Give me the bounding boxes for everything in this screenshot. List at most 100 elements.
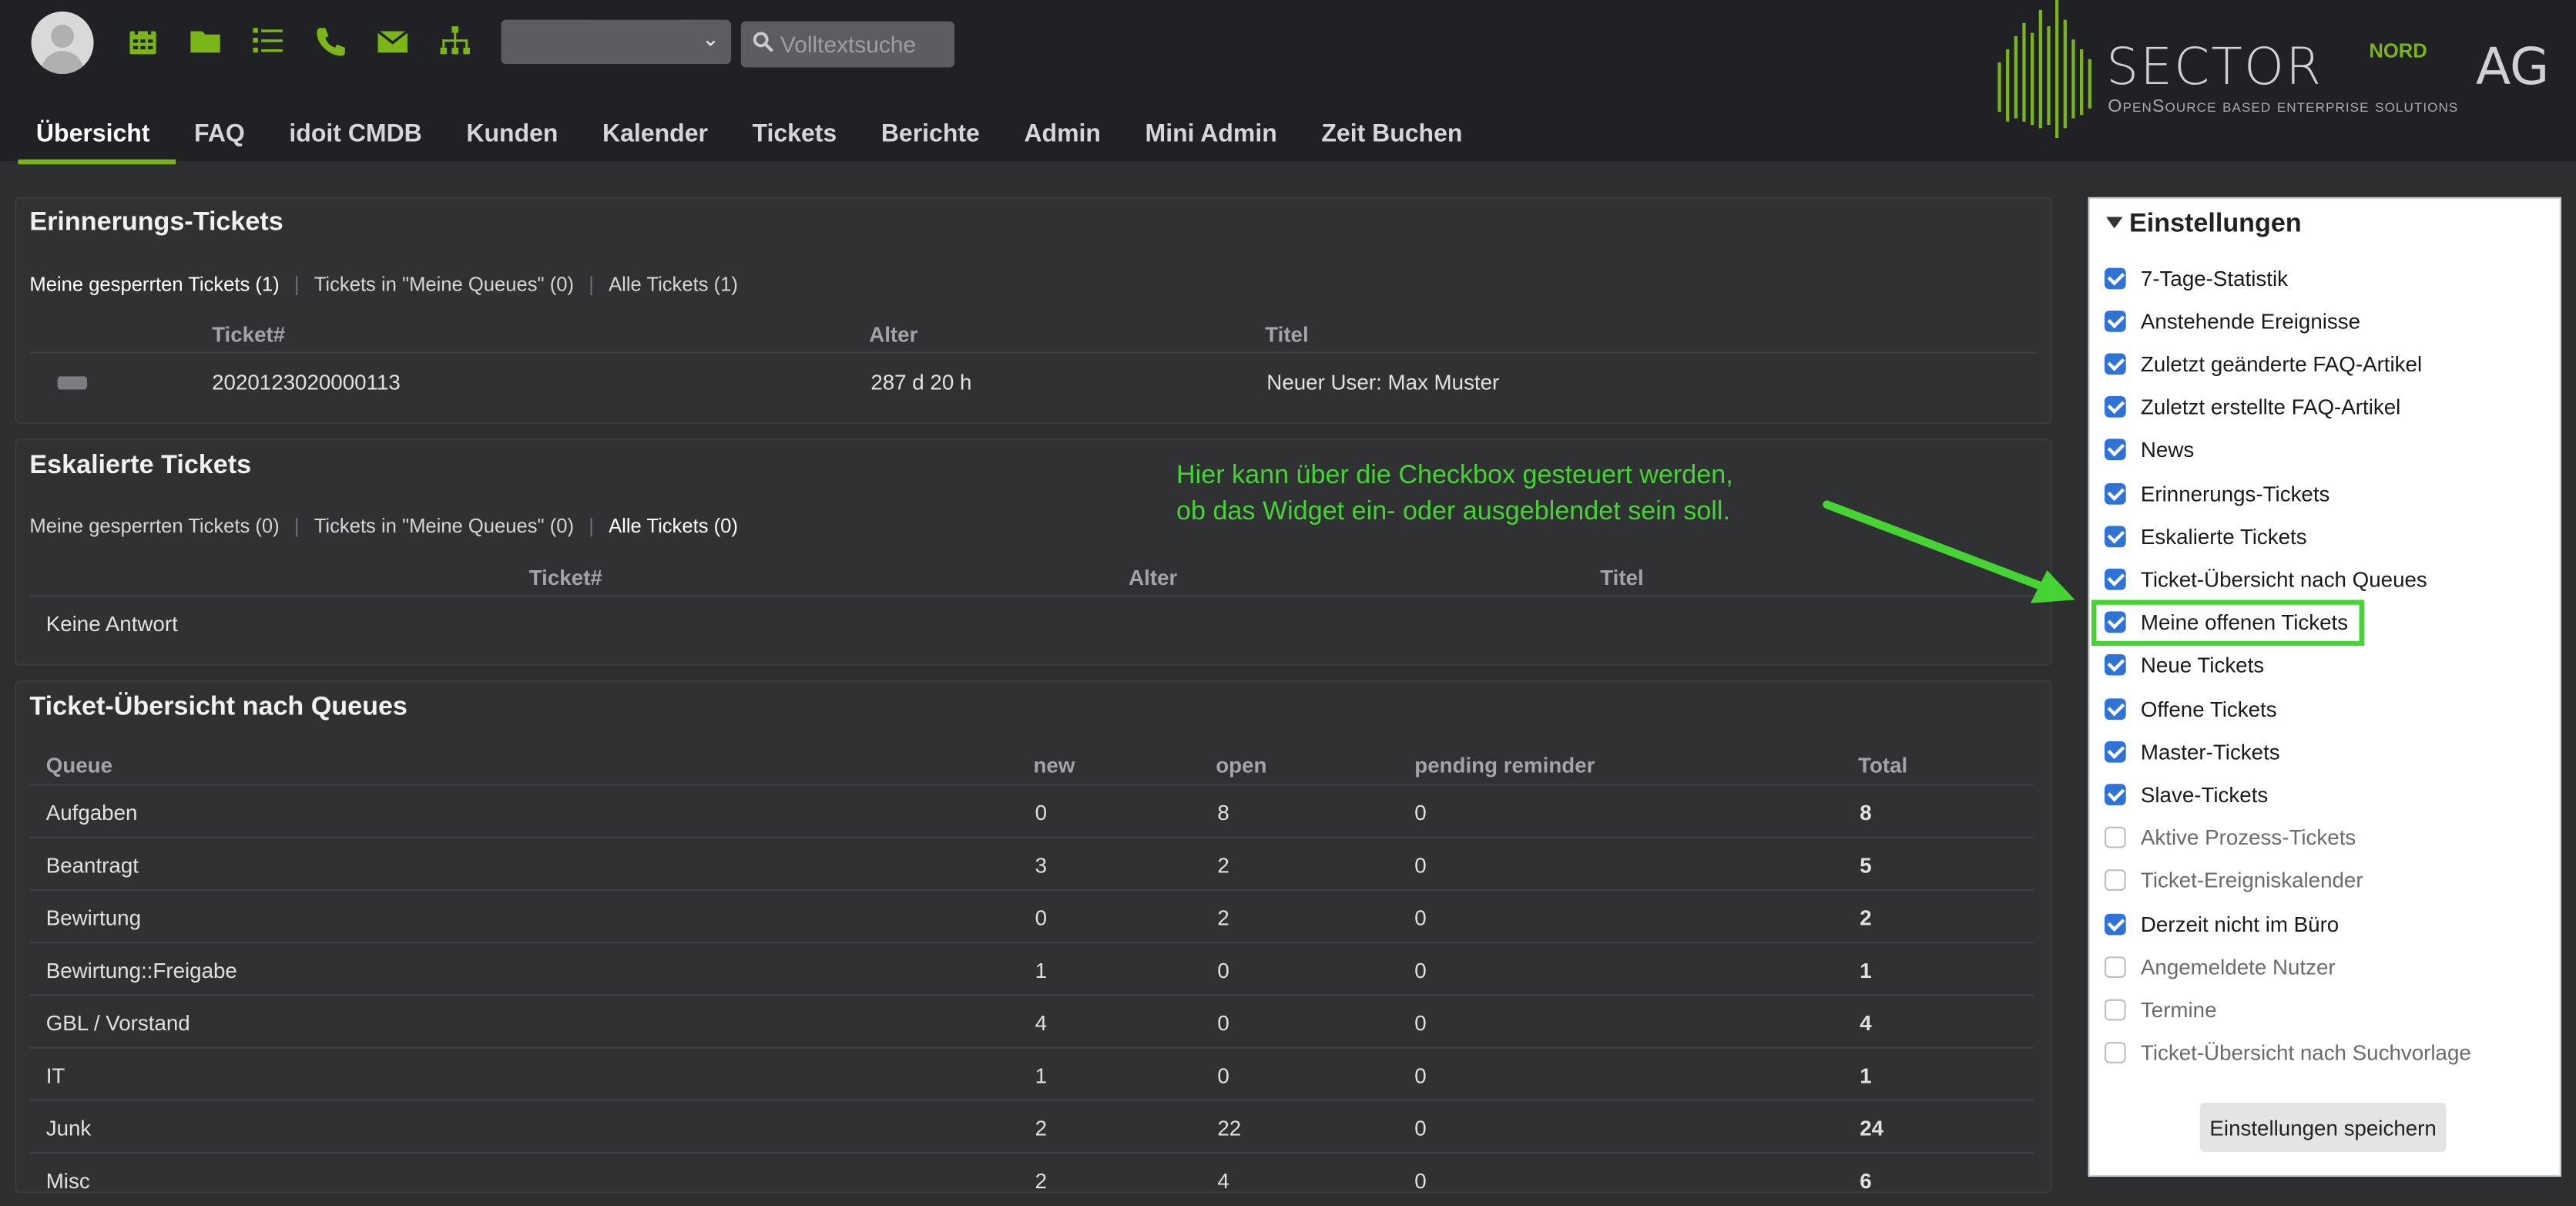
setting-label[interactable]: Master-Tickets — [2141, 739, 2280, 764]
table-row[interactable]: Bewirtung 0 2 0 2 — [29, 889, 2034, 943]
setting-label[interactable]: Zuletzt geänderte FAQ-Artikel — [2141, 351, 2422, 376]
setting-checkbox[interactable] — [2104, 869, 2126, 892]
setting-option[interactable]: Ticket-Übersicht nach Queues — [2104, 563, 2427, 596]
subtab-alle-tickets[interactable]: Alle Tickets (0) — [609, 515, 738, 538]
setting-checkbox[interactable] — [2104, 396, 2126, 418]
setting-label[interactable]: Slave-Tickets — [2141, 782, 2268, 807]
nav-tab-idoit-cmdb[interactable]: idoit CMDB — [271, 102, 448, 164]
setting-checkbox[interactable] — [2104, 697, 2126, 720]
queue-total[interactable]: 5 — [1860, 853, 1871, 878]
setting-option[interactable]: Eskalierte Tickets — [2104, 519, 2307, 553]
setting-option[interactable]: 7-Tage-Statistik — [2104, 261, 2288, 294]
setting-label[interactable]: Offene Tickets — [2141, 696, 2277, 721]
setting-label[interactable]: Neue Tickets — [2141, 653, 2264, 677]
setting-label[interactable]: Ticket-Übersicht nach Suchvorlage — [2141, 1040, 2471, 1065]
queue-open[interactable]: 0 — [1217, 958, 1229, 983]
queue-open[interactable]: 8 — [1217, 801, 1229, 825]
queue-name[interactable]: Aufgaben — [46, 801, 138, 825]
setting-option[interactable]: Offene Tickets — [2104, 692, 2277, 725]
queue-open[interactable]: 0 — [1217, 1011, 1229, 1036]
setting-option[interactable]: Angemeldete Nutzer — [2104, 950, 2336, 983]
nav-tab-berichte[interactable]: Berichte — [863, 102, 1006, 164]
nav-tab-zeit-buchen[interactable]: Zeit Buchen — [1303, 102, 1489, 164]
setting-option[interactable]: Slave-Tickets — [2104, 778, 2268, 811]
setting-label[interactable]: Ticket-Übersicht nach Queues — [2141, 567, 2427, 592]
setting-checkbox[interactable] — [2104, 741, 2126, 762]
queue-new[interactable]: 1 — [1035, 1063, 1047, 1088]
setting-label[interactable]: Zuletzt erstellte FAQ-Artikel — [2141, 395, 2400, 419]
nav-tab-mini-admin[interactable]: Mini Admin — [1127, 102, 1303, 164]
setting-checkbox[interactable] — [2104, 956, 2126, 978]
col-header-total[interactable]: Total — [1858, 753, 1907, 778]
nav-tab-tickets[interactable]: Tickets — [734, 102, 863, 164]
queue-name[interactable]: Junk — [46, 1116, 92, 1140]
queue-total[interactable]: 6 — [1860, 1168, 1871, 1193]
setting-label[interactable]: Anstehende Ereignisse — [2141, 308, 2360, 333]
queue-pending[interactable]: 0 — [1414, 801, 1426, 825]
col-header-ticket[interactable]: Ticket# — [212, 322, 285, 347]
setting-label[interactable]: Derzeit nicht im Büro — [2141, 912, 2339, 936]
setting-checkbox[interactable] — [2104, 912, 2126, 935]
queue-name[interactable]: Beantragt — [46, 853, 139, 878]
avatar[interactable] — [31, 11, 94, 74]
queue-pending[interactable]: 0 — [1414, 1011, 1426, 1036]
col-header-queue[interactable]: Queue — [46, 753, 112, 778]
queue-total[interactable]: 24 — [1860, 1116, 1883, 1140]
setting-label[interactable]: Ticket-Ereigniskalender — [2141, 868, 2363, 893]
setting-checkbox[interactable] — [2104, 267, 2126, 289]
setting-checkbox[interactable] — [2104, 482, 2126, 504]
setting-checkbox[interactable] — [2104, 353, 2126, 375]
list-icon[interactable] — [251, 25, 284, 58]
nav-tab-kunden[interactable]: Kunden — [448, 102, 585, 164]
setting-label[interactable]: Eskalierte Tickets — [2141, 524, 2307, 549]
setting-option[interactable]: Master-Tickets — [2104, 735, 2280, 768]
setting-option[interactable]: Erinnerungs-Tickets — [2104, 476, 2330, 509]
nav-tab-uebersicht[interactable]: Übersicht — [18, 102, 176, 165]
queue-name[interactable]: Misc — [46, 1168, 90, 1193]
nav-tab-faq[interactable]: FAQ — [176, 102, 271, 164]
setting-option[interactable]: Zuletzt erstellte FAQ-Artikel — [2104, 391, 2400, 424]
setting-option[interactable]: Termine — [2104, 993, 2217, 1026]
queue-new[interactable]: 3 — [1035, 853, 1047, 878]
setting-checkbox[interactable] — [2104, 568, 2126, 590]
col-header-titel[interactable]: Titel — [1600, 566, 1644, 590]
queue-new[interactable]: 2 — [1035, 1168, 1047, 1193]
setting-option[interactable]: Ticket-Ereigniskalender — [2104, 864, 2363, 897]
setting-option[interactable]: News — [2104, 434, 2194, 467]
setting-option[interactable]: Neue Tickets — [2104, 649, 2264, 682]
setting-option[interactable]: Derzeit nicht im Büro — [2104, 907, 2339, 940]
queue-pending[interactable]: 0 — [1414, 1168, 1426, 1193]
widget-title[interactable]: Ticket-Übersicht nach Queues — [29, 694, 408, 723]
setting-label[interactable]: Aktive Prozess-Tickets — [2141, 825, 2356, 850]
setting-label[interactable]: Erinnerungs-Tickets — [2141, 481, 2330, 506]
queue-name[interactable]: GBL / Vorstand — [46, 1011, 190, 1036]
calendar-icon[interactable] — [126, 25, 159, 58]
nav-tab-admin[interactable]: Admin — [1006, 102, 1127, 164]
col-header-alter[interactable]: Alter — [1129, 566, 1177, 590]
subtab-meine-gesperrten[interactable]: Meine gesperrten Tickets (1) — [29, 273, 279, 296]
subtab-meine-queues[interactable]: Tickets in "Meine Queues" (0) — [314, 273, 574, 296]
queue-name[interactable]: IT — [46, 1063, 65, 1088]
queue-select[interactable]: ⌄ — [501, 19, 732, 65]
queue-new[interactable]: 0 — [1035, 905, 1047, 930]
setting-label[interactable]: 7-Tage-Statistik — [2141, 265, 2288, 290]
table-row[interactable]: Beantragt 3 2 0 5 — [29, 836, 2034, 891]
setting-checkbox[interactable] — [2104, 654, 2126, 677]
setting-checkbox[interactable] — [2104, 439, 2126, 461]
queue-new[interactable]: 2 — [1035, 1116, 1047, 1140]
subtab-alle-tickets[interactable]: Alle Tickets (1) — [609, 273, 738, 296]
col-header-titel[interactable]: Titel — [1265, 322, 1309, 347]
sitemap-icon[interactable] — [438, 25, 471, 58]
table-row[interactable]: Aufgaben 0 8 0 8 — [29, 784, 2034, 838]
queue-open[interactable]: 2 — [1217, 905, 1229, 930]
settings-title[interactable]: Einstellungen — [2106, 210, 2302, 240]
setting-label[interactable]: News — [2141, 438, 2194, 462]
save-settings-button[interactable]: Einstellungen speichern — [2199, 1103, 2447, 1153]
setting-checkbox[interactable] — [2104, 525, 2126, 547]
queue-open[interactable]: 0 — [1217, 1063, 1229, 1088]
queue-total[interactable]: 1 — [1860, 1063, 1871, 1088]
table-row[interactable]: GBL / Vorstand 4 0 0 4 — [29, 994, 2034, 1048]
widget-title[interactable]: Erinnerungs-Tickets — [29, 209, 283, 238]
queue-new[interactable]: 0 — [1035, 801, 1047, 825]
table-row[interactable]: IT 1 0 0 1 — [29, 1046, 2034, 1101]
